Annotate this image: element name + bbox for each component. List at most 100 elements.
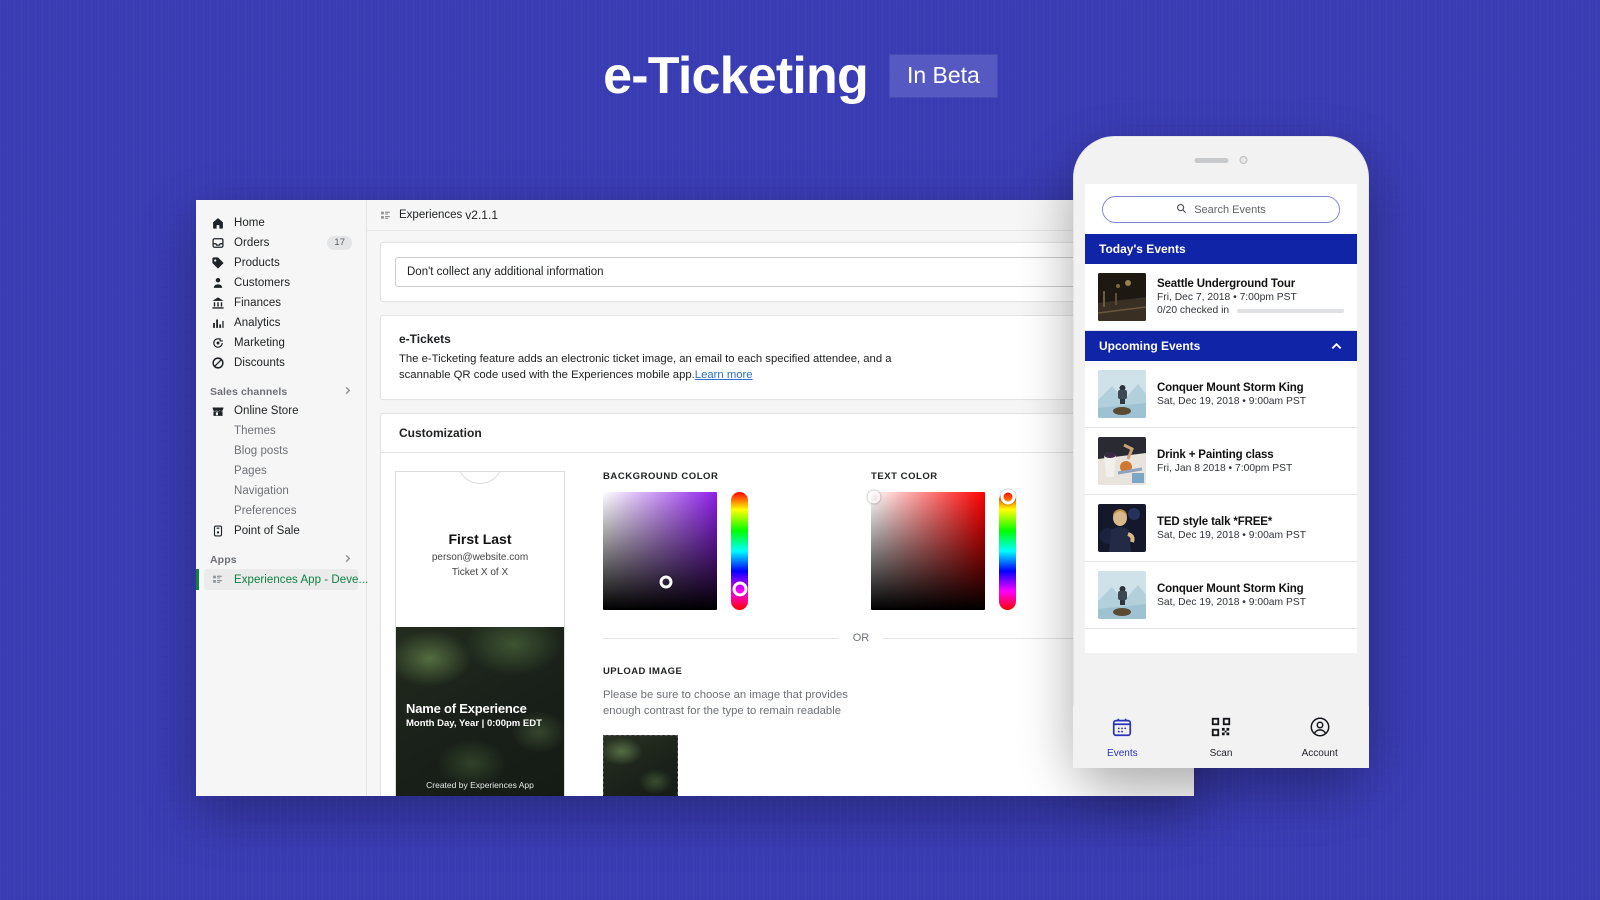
sidebar-item-label: Products xyxy=(234,257,280,269)
sidebar-item-label: Orders xyxy=(234,237,270,249)
sidebar-subitem-preferences[interactable]: Preferences xyxy=(204,501,358,521)
sidebar-divider-spacer-2 xyxy=(196,541,366,550)
customization-card: Customization First Last person@website.… xyxy=(380,413,1194,796)
text-hue-slider[interactable] xyxy=(999,489,1016,611)
tab-label: Scan xyxy=(1209,747,1233,759)
event-meta: Sat, Dec 19, 2018 • 9:00am PST xyxy=(1157,529,1306,541)
chevron-right-icon[interactable] xyxy=(343,554,352,566)
sidebar-subitem-label: Blog posts xyxy=(234,445,289,457)
event-meta: Fri, Dec 7, 2018 • 7:00pm PST xyxy=(1157,292,1297,303)
checkin-progress-bar xyxy=(1237,308,1344,313)
ticket-attendee-email: person@website.com xyxy=(431,552,529,564)
sidebar-subitem-navigation[interactable]: Navigation xyxy=(204,481,358,501)
ticket-attendee-name: First Last xyxy=(448,531,512,548)
sidebar-item-discounts[interactable]: Discounts xyxy=(204,353,358,373)
sidebar-item-label: Experiences App - Deve... xyxy=(234,573,369,586)
phone-tab-bar: Events Scan Account xyxy=(1073,706,1369,768)
finances-bank-icon xyxy=(210,296,225,311)
discounts-icon xyxy=(210,356,225,371)
tab-events[interactable]: Events xyxy=(1073,716,1172,759)
event-info: Conquer Mount Storm King Sat, Dec 19, 20… xyxy=(1157,382,1344,407)
tab-account[interactable]: Account xyxy=(1270,716,1369,759)
event-meta: Sat, Dec 19, 2018 • 9:00am PST xyxy=(1157,395,1306,407)
sidebar-item-marketing[interactable]: Marketing xyxy=(204,333,358,353)
speaker-grill xyxy=(1194,157,1229,163)
sidebar-section-apps[interactable]: Apps xyxy=(204,550,358,569)
section-title: Sales channels xyxy=(210,385,288,398)
sidebar-item-customers[interactable]: Customers xyxy=(204,273,358,293)
app-title: Experiences xyxy=(399,209,463,221)
calendar-icon xyxy=(1111,716,1133,743)
list-item[interactable]: Seattle Underground Tour Fri, Dec 7, 201… xyxy=(1085,264,1357,331)
sidebar-subitem-label: Themes xyxy=(234,425,276,437)
background-hue-slider[interactable] xyxy=(731,492,748,611)
sidebar-item-label: Online Store xyxy=(234,405,299,417)
etickets-card: e-Tickets The e-Ticketing feature adds a… xyxy=(380,315,1194,401)
upcoming-events-header[interactable]: Upcoming Events xyxy=(1085,331,1357,361)
event-checkin-text: 0/20 checked in xyxy=(1157,305,1230,316)
event-info: Drink + Painting class Fri, Jan 8 2018 •… xyxy=(1157,449,1344,474)
event-title: Conquer Mount Storm King xyxy=(1157,381,1304,394)
sidebar-item-experiences-app[interactable]: Experiences App - Deve... xyxy=(204,569,368,590)
sidebar-item-orders[interactable]: Orders 17 xyxy=(204,233,358,253)
sidebar-item-label: Analytics xyxy=(234,317,281,329)
front-camera-icon xyxy=(1239,156,1248,164)
app-grid-icon xyxy=(210,572,225,587)
main-panel: Experiences v2.1.1 Don't collect any add… xyxy=(367,200,1194,796)
learn-more-link[interactable]: Learn more xyxy=(695,369,753,381)
sidebar-item-online-store[interactable]: Online Store xyxy=(204,401,358,421)
background-color-label: BACKGROUND COLOR xyxy=(603,471,719,483)
list-item[interactable]: Conquer Mount Storm King Sat, Dec 19, 20… xyxy=(1085,562,1357,629)
sidebar-subitem-pages[interactable]: Pages xyxy=(204,461,358,481)
sidebar-subitem-label: Preferences xyxy=(234,505,297,517)
text-hue-thumb[interactable] xyxy=(1000,489,1015,505)
todays-events-header[interactable]: Today's Events xyxy=(1085,234,1357,264)
sidebar-item-analytics[interactable]: Analytics xyxy=(204,313,358,333)
section-title: Apps xyxy=(210,553,237,566)
ticket-photo: Name of Experience Month Day, Year | 0:0… xyxy=(396,627,564,796)
pos-icon xyxy=(210,524,225,539)
text-saturation-box[interactable] xyxy=(867,490,985,611)
sidebar-subitem-themes[interactable]: Themes xyxy=(204,421,358,441)
hero-header: e-Ticketing In Beta xyxy=(0,50,1600,102)
sidebar-item-finances[interactable]: Finances xyxy=(204,293,358,313)
ticket-preview: First Last person@website.com Ticket X o… xyxy=(395,471,565,796)
chevron-up-icon[interactable] xyxy=(1330,340,1343,353)
event-title: Drink + Painting class xyxy=(1157,448,1274,461)
orders-icon xyxy=(210,236,225,251)
search-input[interactable]: Search Events xyxy=(1102,196,1340,223)
qr-code-icon xyxy=(1210,716,1232,743)
upload-image-thumbnail[interactable] xyxy=(603,734,678,796)
background-hue-thumb[interactable] xyxy=(732,581,747,597)
sidebar-item-label: Point of Sale xyxy=(234,525,300,537)
text-saturation-thumb[interactable] xyxy=(867,490,881,504)
tab-scan[interactable]: Scan xyxy=(1172,716,1271,759)
beta-badge: In Beta xyxy=(889,55,997,97)
etickets-description: The e-Ticketing feature adds an electron… xyxy=(399,353,892,382)
event-thumbnail xyxy=(1098,273,1146,321)
collect-info-select-value: Don't collect any additional information xyxy=(407,266,604,278)
event-thumbnail xyxy=(1098,370,1146,418)
event-title: Conquer Mount Storm King xyxy=(1157,582,1304,595)
sidebar-subitem-blog-posts[interactable]: Blog posts xyxy=(204,441,358,461)
event-thumbnail xyxy=(1098,504,1146,552)
event-title: Seattle Underground Tour xyxy=(1157,278,1296,290)
sidebar-section-sales-channels[interactable]: Sales channels xyxy=(204,382,358,401)
analytics-bars-icon xyxy=(210,316,225,331)
background-picker-row xyxy=(603,492,871,611)
event-title: TED style talk *FREE* xyxy=(1157,515,1273,528)
sidebar-item-products[interactable]: Products xyxy=(204,253,358,273)
sidebar-item-label: Finances xyxy=(234,297,282,309)
app-topbar: Experiences v2.1.1 xyxy=(367,200,1194,231)
list-item[interactable]: TED style talk *FREE* Sat, Dec 19, 2018 … xyxy=(1085,495,1357,562)
background-saturation-thumb[interactable] xyxy=(659,575,673,589)
sidebar-item-point-of-sale[interactable]: Point of Sale xyxy=(204,521,358,541)
background-saturation-box[interactable] xyxy=(603,492,717,611)
list-item[interactable]: Drink + Painting class Fri, Jan 8 2018 •… xyxy=(1085,428,1357,495)
list-item[interactable]: Conquer Mount Storm King Sat, Dec 19, 20… xyxy=(1085,361,1357,428)
sidebar-item-label: Marketing xyxy=(234,337,285,349)
sidebar-item-home[interactable]: Home xyxy=(204,213,358,233)
sidebar-subitem-label: Pages xyxy=(234,465,267,477)
customers-person-icon xyxy=(210,276,225,291)
chevron-right-icon[interactable] xyxy=(343,386,352,398)
